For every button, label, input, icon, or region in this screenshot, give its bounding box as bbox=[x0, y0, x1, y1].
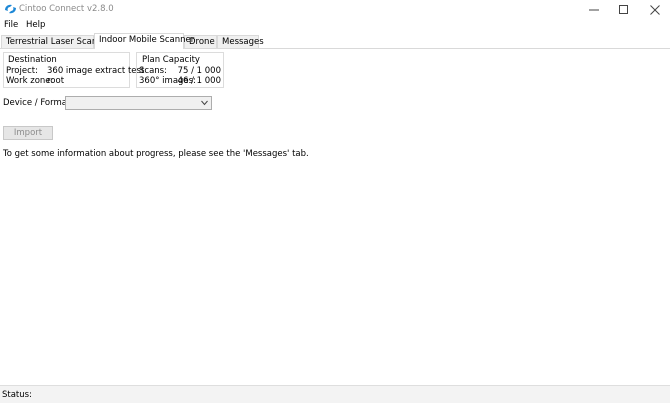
images-value: 46 / 1 000 bbox=[177, 76, 221, 86]
import-button[interactable]: Import bbox=[3, 126, 53, 140]
device-format-select[interactable] bbox=[65, 96, 212, 110]
progress-info-text: To get some information about progress, … bbox=[3, 149, 309, 159]
maximize-icon bbox=[619, 4, 628, 14]
tab-messages[interactable]: Messages bbox=[217, 35, 264, 48]
plan-capacity-group: Plan Capacity Scans: 75 / 1 000 360° ima… bbox=[136, 52, 224, 88]
status-bar: Status: bbox=[0, 385, 670, 403]
plan-capacity-title: Plan Capacity bbox=[142, 55, 200, 65]
destination-group: Destination Project: 360 image extract t… bbox=[3, 52, 144, 88]
cintoo-logo-icon bbox=[5, 4, 16, 14]
menu-bar: File Help bbox=[0, 19, 670, 33]
maximize-button[interactable] bbox=[609, 0, 639, 19]
project-value: 360 image extract test bbox=[47, 66, 145, 76]
menu-help[interactable]: Help bbox=[26, 20, 45, 30]
close-button[interactable] bbox=[640, 0, 670, 19]
tab-bar: Terrestrial Laser Scanner Indoor Mobile … bbox=[0, 33, 670, 49]
destination-title: Destination bbox=[8, 55, 57, 65]
minimize-button[interactable] bbox=[579, 0, 609, 19]
scans-label: Scans: bbox=[139, 66, 167, 76]
chevron-down-icon bbox=[201, 100, 208, 106]
menu-file[interactable]: File bbox=[4, 20, 18, 30]
title-bar: Cintoo Connect v2.8.0 bbox=[0, 0, 670, 19]
close-icon bbox=[650, 4, 660, 15]
project-label: Project: bbox=[6, 66, 38, 76]
minimize-icon bbox=[589, 9, 599, 10]
window-title: Cintoo Connect v2.8.0 bbox=[19, 4, 114, 14]
tab-terrestrial-laser-scanner[interactable]: Terrestrial Laser Scanner bbox=[1, 35, 111, 48]
device-format-label: Device / Format: bbox=[3, 98, 74, 108]
tab-indoor-mobile-scanner[interactable]: Indoor Mobile Scanner bbox=[94, 33, 194, 49]
scans-value: 75 / 1 000 bbox=[177, 66, 221, 76]
workzone-value: root bbox=[47, 76, 65, 86]
status-label: Status: bbox=[2, 390, 32, 400]
